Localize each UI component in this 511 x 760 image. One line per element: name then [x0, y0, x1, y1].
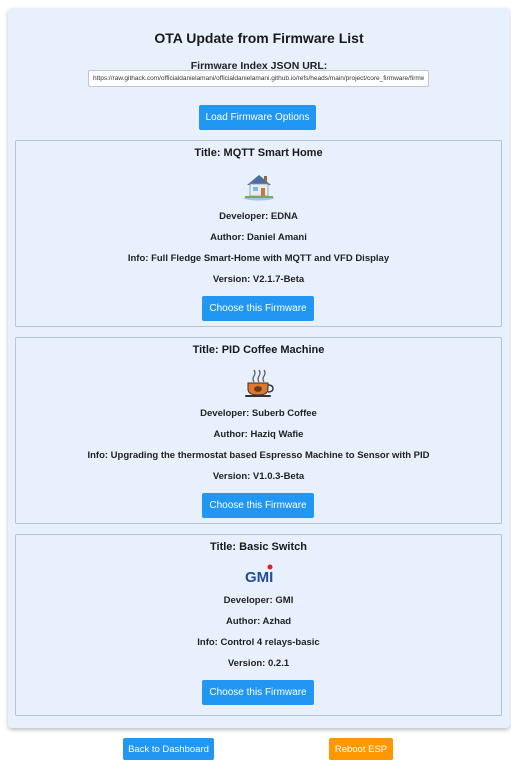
firmware-info: Info: Control 4 relays-basic	[197, 637, 320, 648]
page-title: OTA Update from Firmware List	[154, 30, 364, 46]
svg-text:GMI: GMI	[245, 569, 273, 585]
firmware-version: Version: V2.1.7-Beta	[212, 274, 305, 285]
choose-firmware-button[interactable]: Choose this Firmware	[202, 493, 314, 518]
firmware-index-url-input[interactable]	[88, 70, 429, 87]
reboot-esp-button[interactable]: Reboot ESP	[329, 738, 393, 760]
firmware-info: Info: Full Fledge Smart-Home with MQTT a…	[127, 253, 390, 264]
firmware-card-basic-switch: Title: Basic Switch GMI Developer: GMI A…	[15, 534, 502, 716]
firmware-developer: Developer: GMI	[223, 595, 294, 606]
ota-update-card: OTA Update from Firmware List Firmware I…	[8, 8, 510, 728]
choose-firmware-button[interactable]: Choose this Firmware	[202, 296, 314, 321]
coffee-cup-icon	[243, 368, 275, 398]
choose-firmware-button[interactable]: Choose this Firmware	[202, 680, 314, 705]
firmware-version: Version: V1.0.3-Beta	[212, 471, 305, 482]
firmware-author: Author: Daniel Amani	[210, 232, 307, 243]
firmware-title: Title: PID Coffee Machine	[192, 344, 325, 356]
firmware-developer: Developer: EDNA	[219, 211, 298, 222]
firmware-author: Author: Haziq Wafie	[213, 429, 304, 440]
firmware-developer: Developer: Suberb Coffee	[200, 408, 317, 419]
firmware-card-mqtt-smart-home: Title: MQTT Smart Home Developer: EDNA A…	[15, 140, 502, 327]
firmware-title: Title: MQTT Smart Home	[194, 147, 323, 159]
load-firmware-options-button[interactable]: Load Firmware Options	[199, 105, 316, 130]
firmware-info: Info: Upgrading the thermostat based Esp…	[87, 450, 430, 461]
firmware-author: Author: Azhad	[225, 616, 292, 627]
firmware-title: Title: Basic Switch	[210, 541, 307, 553]
smart-home-icon	[243, 171, 275, 201]
gmi-logo-icon: GMI	[243, 563, 275, 586]
firmware-version: Version: 0.2.1	[227, 658, 290, 669]
back-to-dashboard-button[interactable]: Back to Dashboard	[123, 738, 214, 760]
firmware-card-pid-coffee-machine: Title: PID Coffee Machine Developer: Sub…	[15, 337, 502, 524]
